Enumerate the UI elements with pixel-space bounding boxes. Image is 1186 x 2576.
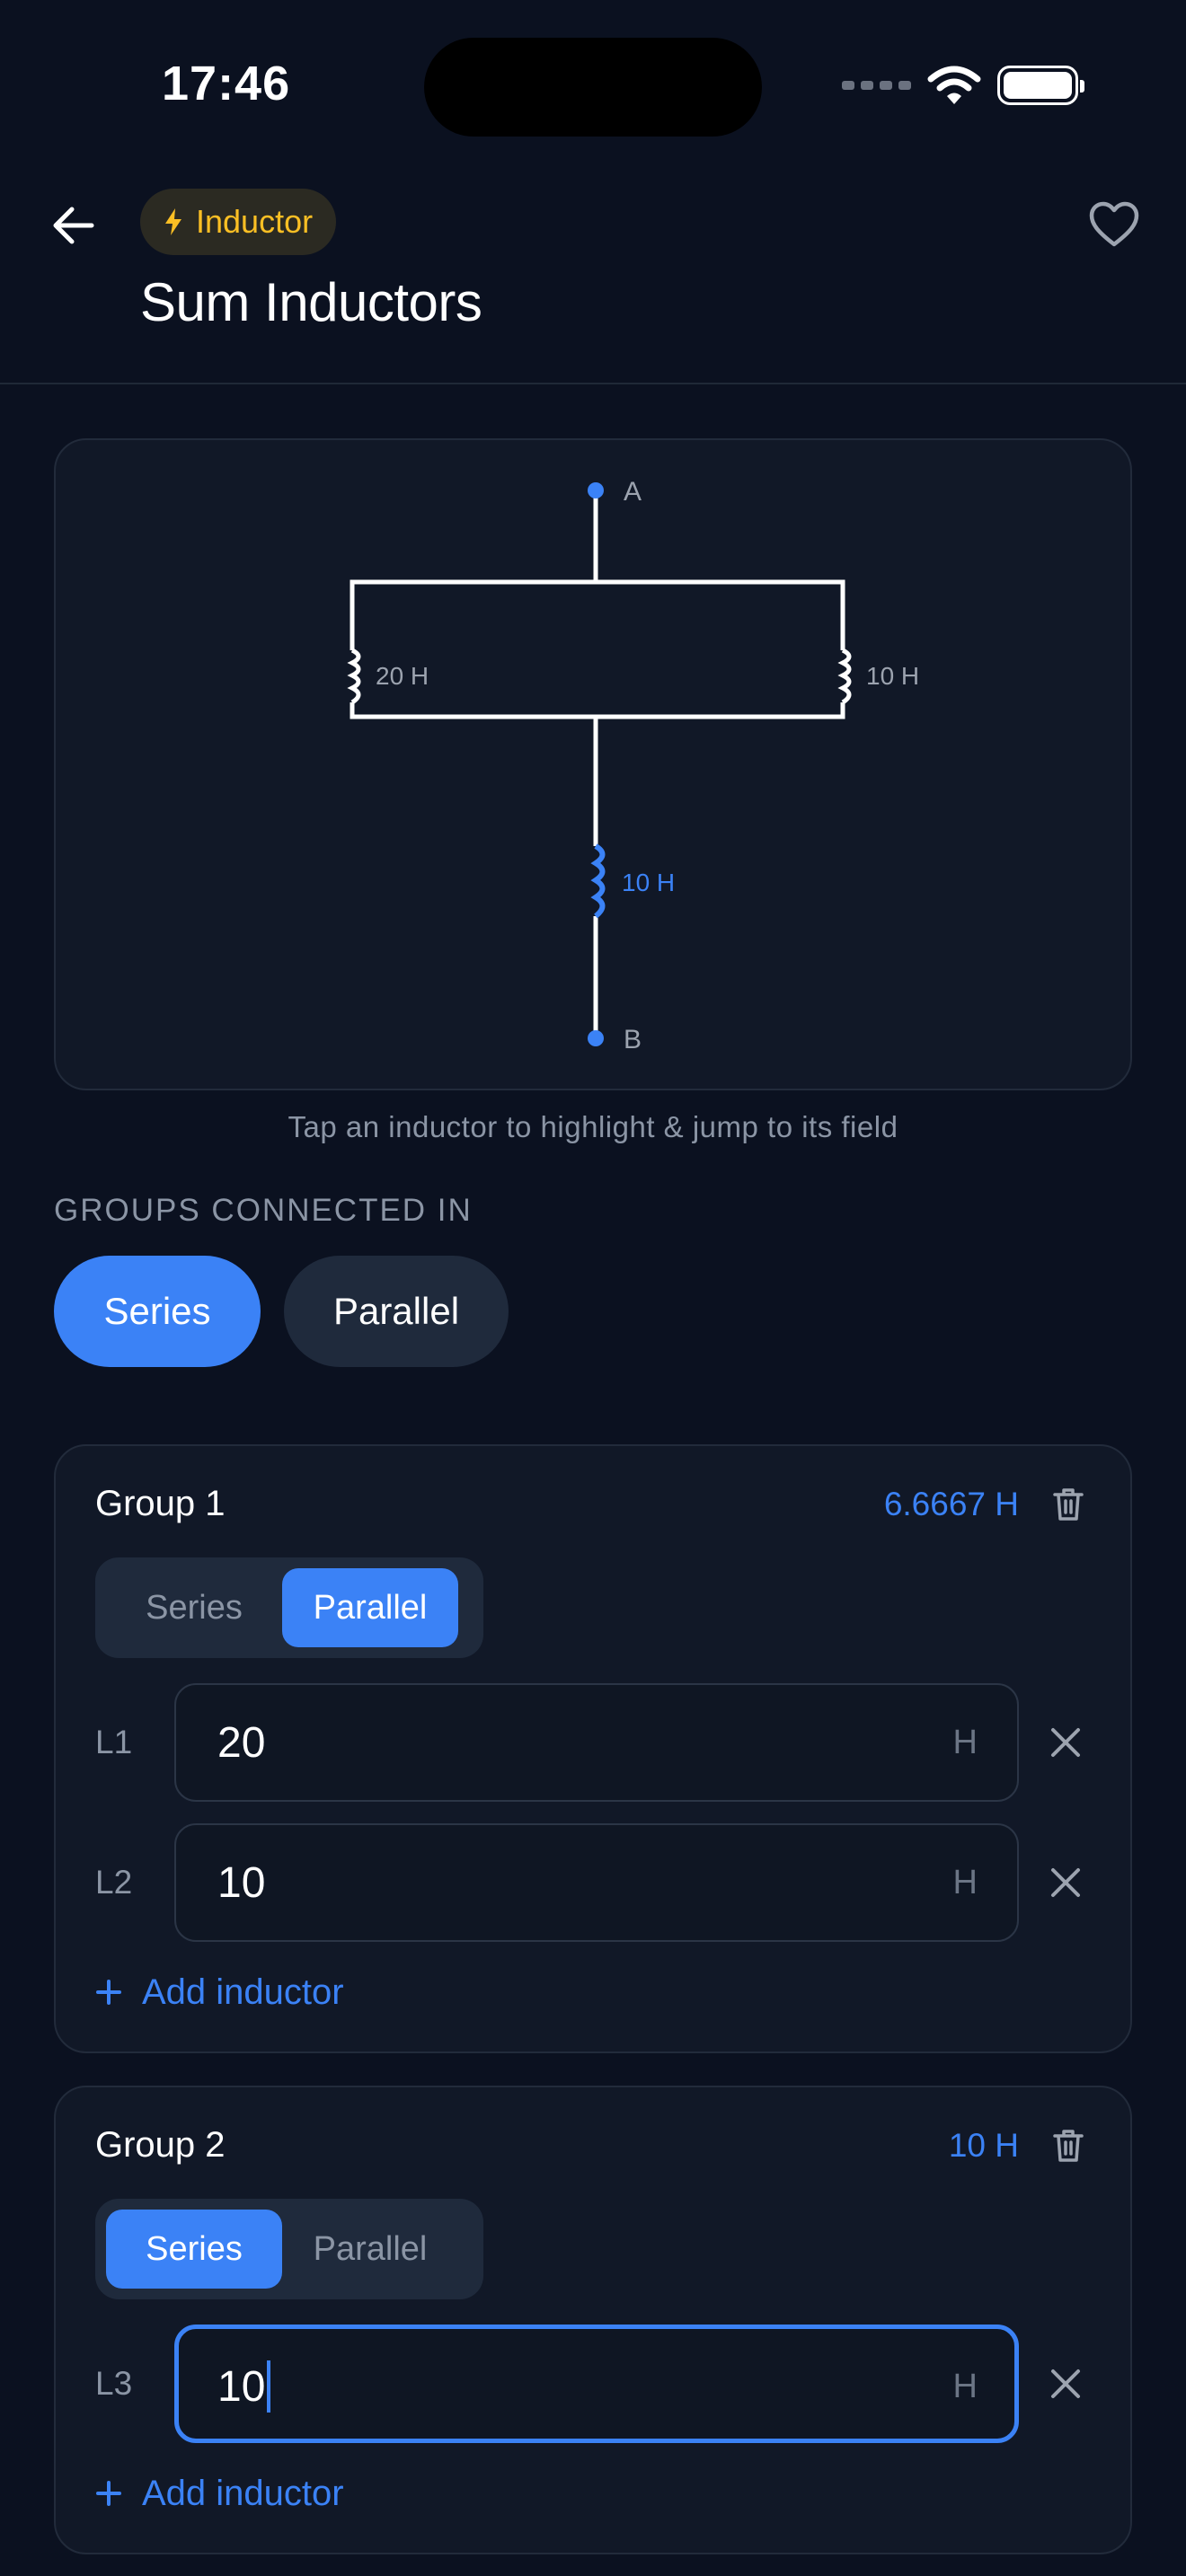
inductor-label: L1: [95, 1724, 133, 1760]
group-total: 6.6667 H: [883, 1486, 1019, 1522]
group-mode-parallel[interactable]: Parallel: [282, 2210, 458, 2289]
remove-inductor-button[interactable]: [1037, 2355, 1094, 2413]
remove-inductor-button[interactable]: [1037, 1714, 1094, 1771]
category-label: Inductor: [196, 203, 314, 240]
delete-group-button[interactable]: [1046, 1482, 1091, 1527]
delete-group-button[interactable]: [1046, 2123, 1091, 2168]
wire-parallel-bottom: [350, 702, 845, 719]
inductor-label: L3: [95, 2365, 133, 2402]
dynamic-island: [424, 38, 762, 137]
group-mode-toggle: Series Parallel: [95, 2199, 483, 2299]
node-a-label: A: [624, 477, 642, 507]
inductor-value: 10: [217, 1858, 266, 1907]
favorite-button[interactable]: [1080, 190, 1148, 259]
arrow-left-icon: [53, 207, 94, 244]
add-inductor-button[interactable]: Add inductor: [95, 2466, 344, 2520]
diagram-hint: Tap an inductor to highlight & jump to i…: [288, 1110, 898, 1143]
group-total: 10 H: [948, 2127, 1019, 2164]
group-title: Group 1: [95, 1484, 226, 1523]
text-caret: [267, 2360, 271, 2413]
inductor-label: L2: [95, 1864, 133, 1901]
add-inductor-button[interactable]: Add inductor: [95, 1965, 344, 2019]
trash-icon: [1053, 2130, 1084, 2162]
trash-icon: [1053, 1488, 1084, 1521]
header-divider: [0, 383, 1186, 384]
inductor-l3-symbol[interactable]: [590, 843, 606, 919]
inductor-value: 20: [217, 1718, 266, 1767]
inductor-unit: H: [952, 1863, 978, 1901]
wire-parallel-top: [350, 579, 845, 650]
add-inductor-label: Add inductor: [142, 1972, 344, 2012]
remove-inductor-button[interactable]: [1037, 1854, 1094, 1911]
add-inductor-label: Add inductor: [142, 2473, 344, 2513]
node-b: [588, 1030, 604, 1046]
inductor-value-input[interactable]: 10 H: [174, 1823, 1019, 1942]
status-icons: [842, 63, 1084, 108]
inductor-value-wrap: 10: [217, 2329, 271, 2444]
node-b-label: B: [624, 1025, 642, 1054]
circuit-diagram: 20 H 10 H 10 H A B: [54, 438, 1132, 1090]
plus-icon: [96, 2481, 121, 2506]
inductor-l3-label: 10 H: [622, 869, 675, 896]
group-mode-series[interactable]: Series: [106, 2210, 282, 2289]
group-mode-series[interactable]: Series: [106, 1568, 282, 1647]
group-mode-toggle: Series Parallel: [95, 1557, 483, 1658]
inductor-l2-label: 10 H: [866, 662, 919, 690]
inductor-row: L1 20 H: [95, 1683, 1094, 1802]
node-a: [588, 482, 604, 498]
wifi-icon: [927, 66, 981, 104]
battery-icon: [997, 66, 1084, 105]
close-icon: [1051, 1728, 1080, 1757]
circuit-svg: 20 H 10 H 10 H A B: [347, 477, 919, 1054]
connection-parallel-button[interactable]: Parallel: [284, 1256, 509, 1367]
inductor-unit: H: [952, 2367, 978, 2405]
cellular-signal-icon: [842, 81, 911, 90]
connection-label: GROUPS CONNECTED IN: [54, 1193, 473, 1228]
group-title: Group 2: [95, 2125, 226, 2165]
inductor-value-input[interactable]: 10 H: [174, 2325, 1019, 2443]
group-card-2: Group 2 10 H Series Parallel L3 10 H Add…: [54, 2086, 1132, 2554]
page-title: Sum Inductors: [140, 272, 482, 332]
close-icon: [1051, 1868, 1080, 1897]
group-card-1: Group 1 6.6667 H Series Parallel L1 20 H: [54, 1444, 1132, 2053]
inductor-value-input[interactable]: 20 H: [174, 1683, 1019, 1802]
close-icon: [1051, 2369, 1080, 2398]
inductor-value: 10: [217, 2362, 266, 2411]
inductor-l1-label: 20 H: [376, 662, 429, 690]
status-time: 17:46: [162, 57, 291, 110]
inductor-row: L3 10 H: [95, 2325, 1094, 2443]
connection-series-button[interactable]: Series: [54, 1256, 261, 1367]
inductor-l2-symbol[interactable]: [837, 648, 852, 705]
inductor-row: L2 10 H: [95, 1823, 1094, 1942]
group-mode-parallel[interactable]: Parallel: [282, 1568, 458, 1647]
back-button[interactable]: [43, 196, 102, 255]
category-chip[interactable]: Inductor: [140, 189, 337, 255]
inductor-unit: H: [952, 1723, 978, 1761]
heart-icon: [1089, 201, 1139, 247]
plus-icon: [96, 1980, 121, 2005]
bolt-icon: [165, 208, 181, 235]
inductor-l1-symbol[interactable]: [347, 648, 361, 705]
screen: 17:46 Inductor Sum Inductors 20 H 10 H 1…: [0, 0, 1186, 2576]
